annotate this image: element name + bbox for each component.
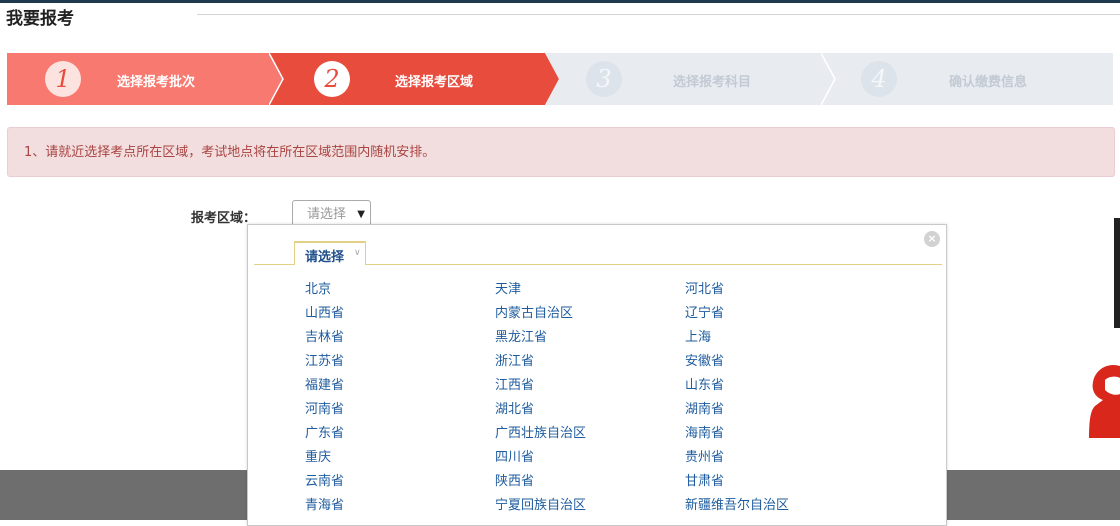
province-item[interactable]: 河北省: [685, 278, 724, 297]
province-item[interactable]: 青海省: [305, 494, 344, 513]
popup-tab-label: 请选择: [305, 250, 345, 265]
province-item[interactable]: 天津: [495, 278, 521, 297]
step-3: 3 选择报考科目: [545, 53, 835, 105]
province-item[interactable]: 贵州省: [685, 446, 724, 465]
step-4-label: 确认缴费信息: [949, 75, 1028, 90]
step-4-number: 4: [861, 61, 897, 97]
province-item[interactable]: 湖北省: [495, 398, 534, 417]
province-item[interactable]: 山西省: [305, 302, 344, 321]
notice-alert: 1、请就近选择考点所在区域，考试地点将在所在区域范围内随机安排。: [7, 127, 1115, 177]
step-3-label: 选择报考科目: [673, 75, 752, 90]
step-1-number: 1: [45, 61, 81, 97]
province-item[interactable]: 北京: [305, 278, 331, 297]
province-item[interactable]: 四川省: [495, 446, 534, 465]
province-item[interactable]: 河南省: [305, 398, 344, 417]
province-item[interactable]: 黑龙江省: [495, 326, 547, 345]
province-item[interactable]: 浙江省: [495, 350, 534, 369]
province-item[interactable]: 湖南省: [685, 398, 724, 417]
step-2-number: 2: [314, 61, 350, 97]
province-item[interactable]: 重庆: [305, 446, 331, 465]
step-4: 4 确认缴费信息: [821, 53, 1113, 105]
page-title: 我要报考: [6, 9, 74, 29]
province-item[interactable]: 内蒙古自治区: [495, 302, 573, 321]
province-item[interactable]: 广东省: [305, 422, 344, 441]
province-item[interactable]: 云南省: [305, 470, 344, 489]
province-item[interactable]: 山东省: [685, 374, 724, 393]
step-3-number: 3: [586, 61, 622, 97]
mascot-icon: [1089, 364, 1120, 438]
province-item[interactable]: 江西省: [495, 374, 534, 393]
popup-tab[interactable]: 请选择 ∨: [294, 241, 366, 265]
close-icon[interactable]: ×: [924, 231, 940, 247]
province-item[interactable]: 福建省: [305, 374, 344, 393]
top-border: [0, 0, 1120, 3]
step-1-label: 选择报考批次: [117, 75, 196, 90]
step-1: 1 选择报考批次: [7, 53, 283, 105]
province-item[interactable]: 吉林省: [305, 326, 344, 345]
province-item[interactable]: 江苏省: [305, 350, 344, 369]
step-2-label: 选择报考区域: [395, 75, 474, 90]
province-item[interactable]: 辽宁省: [685, 302, 724, 321]
province-item[interactable]: 广西壮族自治区: [495, 422, 586, 441]
province-item[interactable]: 陕西省: [495, 470, 534, 489]
province-item[interactable]: 新疆维吾尔自治区: [685, 494, 789, 513]
title-divider: [197, 14, 1120, 15]
region-select-value: 请选择: [307, 207, 347, 222]
province-item[interactable]: 安徽省: [685, 350, 724, 369]
province-item[interactable]: 甘肃省: [685, 470, 724, 489]
province-item[interactable]: 海南省: [685, 422, 724, 441]
step-2: 2 选择报考区域: [269, 53, 559, 105]
province-picker-popup: × 请选择 ∨ 北京 天津 河北省山西省 内蒙古自治区 辽宁省吉林省 黑龙江省 上海江苏省 浙…: [247, 224, 947, 526]
province-item[interactable]: 上海: [685, 326, 711, 345]
province-item[interactable]: 宁夏回族自治区: [495, 494, 586, 513]
chevron-down-icon: ∨: [354, 248, 361, 258]
side-tab[interactable]: [1114, 218, 1120, 328]
step-progress: 1 选择报考批次 2 选择报考区域 3 选择报考科目 4 确认缴费信息: [7, 53, 1113, 105]
